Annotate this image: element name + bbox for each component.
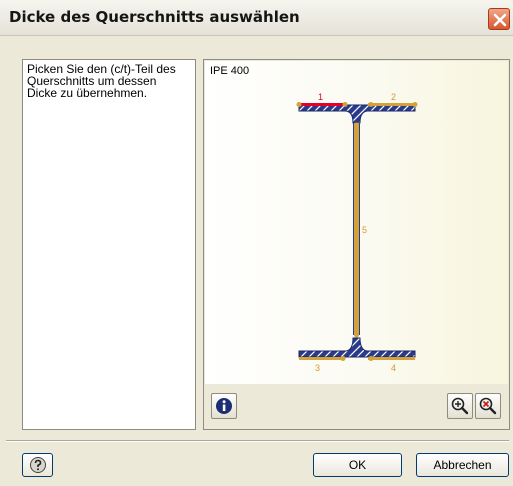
top-flange[interactable] [298, 104, 416, 124]
part-1-node-left [296, 102, 302, 107]
part-label-1: 1 [318, 92, 323, 102]
part-label-3: 3 [315, 363, 320, 373]
part-5-node-bottom [354, 332, 359, 338]
part-label-2: 2 [391, 92, 396, 102]
info-button[interactable] [211, 393, 237, 419]
section-graphic-panel: IPE 400 1 2 5 3 4 [203, 59, 510, 430]
ipe-profile-drawing: 1 2 5 3 4 [296, 92, 418, 373]
cancel-button[interactable]: Abbrechen [416, 453, 509, 477]
part-5-node-top [354, 122, 359, 128]
dialog-window: Dicke des Querschnitts auswählen Picken … [0, 0, 513, 486]
instruction-text: Picken Sie den (c/t)-Teil des Querschnit… [27, 62, 176, 100]
close-icon [493, 13, 507, 27]
part-2-node-right [412, 102, 418, 107]
part-3-segment[interactable] [299, 357, 345, 360]
bottom-flange[interactable] [298, 337, 416, 358]
part-1-segment[interactable] [299, 103, 345, 106]
zoom-reset-icon [479, 397, 497, 415]
dialog-title: Dicke des Querschnitts auswählen [9, 8, 300, 26]
part-2-node-left [368, 102, 374, 107]
help-icon [30, 457, 46, 473]
part-label-4: 4 [391, 363, 396, 373]
zoom-in-button[interactable] [447, 393, 473, 419]
zoom-reset-button[interactable] [475, 393, 501, 419]
part-4-node-left [368, 356, 374, 361]
close-button[interactable] [488, 8, 510, 30]
part-5-segment[interactable] [354, 123, 359, 335]
help-button[interactable] [22, 453, 53, 477]
part-1-node-right [342, 102, 348, 107]
instruction-panel: Picken Sie den (c/t)-Teil des Querschnit… [22, 59, 196, 430]
part-3-node-right [340, 356, 346, 361]
footer-divider [6, 440, 509, 442]
ok-button[interactable]: OK [313, 453, 402, 477]
part-2-segment[interactable] [368, 103, 415, 106]
title-bar: Dicke des Querschnitts auswählen [0, 0, 513, 36]
info-icon [216, 398, 232, 414]
part-4-segment[interactable] [368, 357, 415, 360]
part-label-5: 5 [362, 225, 367, 235]
zoom-in-icon [451, 397, 469, 415]
section-canvas[interactable]: IPE 400 1 2 5 3 4 [205, 61, 508, 384]
